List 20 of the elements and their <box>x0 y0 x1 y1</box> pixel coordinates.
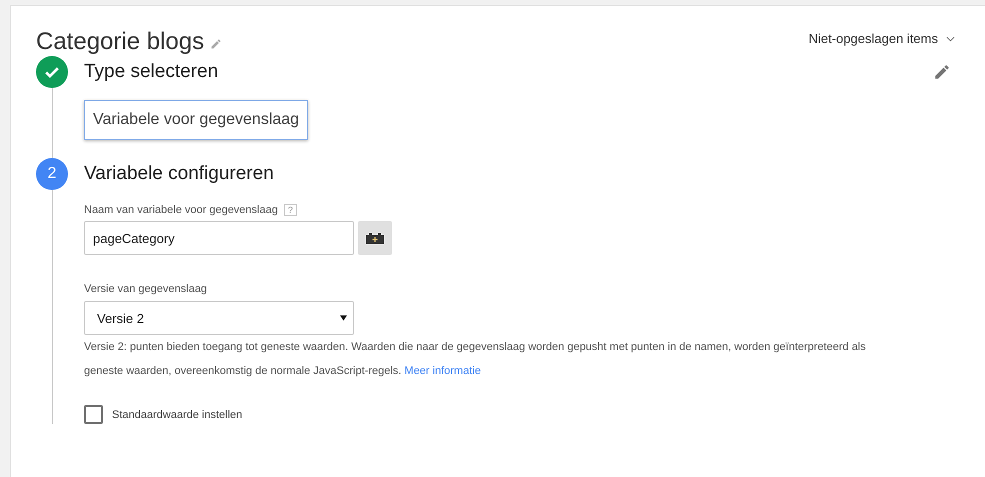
unsaved-items-menu[interactable]: Niet-opgeslagen items <box>808 31 955 46</box>
field-label: Naam van variabele voor gegevenslaag <box>84 204 278 216</box>
dropdown-arrow-icon <box>340 315 347 321</box>
help-text: Versie 2: punten bieden toegang tot geneste waarden. Waarden die naar de gegevenslaag worden gepusht met punten in de namen, worden geïnterpreteerd als geneste waarden, overeenkomstig de normale JavaScript-regels. Meer informatie <box>84 340 867 379</box>
chevron-down-icon <box>946 36 955 42</box>
version-dropdown[interactable]: Versie 2 <box>84 301 354 335</box>
checkbox[interactable] <box>84 405 103 424</box>
variable-name-field[interactable]: pageCategory <box>84 221 354 255</box>
step-number: 2 <box>36 158 68 190</box>
brick-plus-icon <box>366 232 384 244</box>
step-title: Variabele configureren <box>84 163 274 185</box>
pencil-icon[interactable] <box>210 38 222 50</box>
page-title: Categorie blogs <box>36 28 204 56</box>
step-title: Type selecteren <box>84 61 218 83</box>
pencil-icon[interactable] <box>933 63 951 81</box>
variable-picker-button[interactable] <box>358 221 392 255</box>
field-label: Versie van gegevenslaag <box>84 283 207 295</box>
type-card[interactable]: Variabele voor gegevenslaag <box>84 100 308 140</box>
checkbox-label: Standaardwaarde instellen <box>112 408 242 420</box>
more-info-link[interactable]: Meer informatie <box>404 365 481 377</box>
